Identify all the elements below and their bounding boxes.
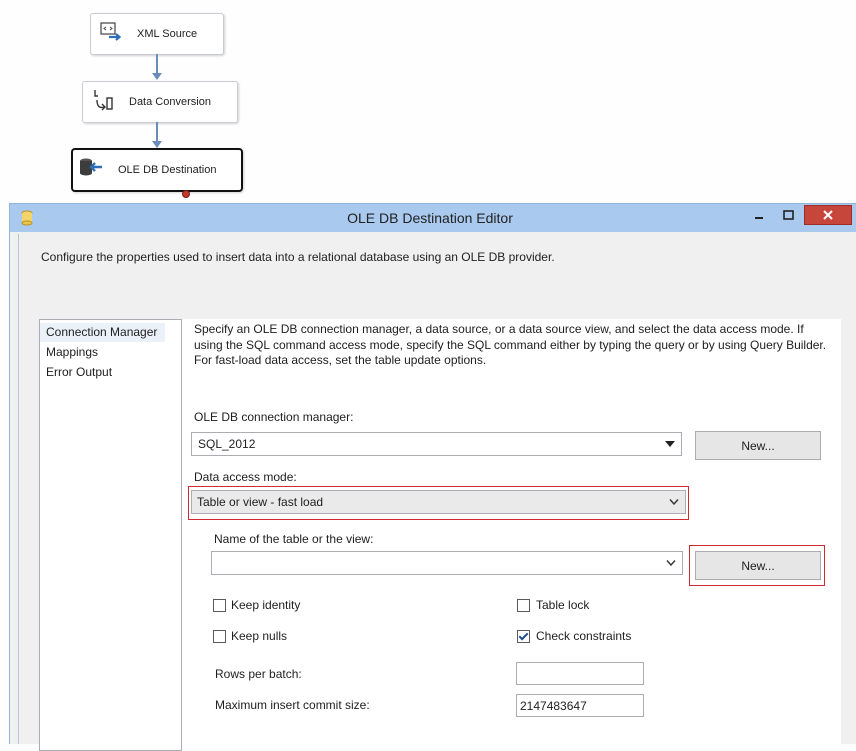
nav-item-mappings[interactable]: Mappings bbox=[40, 343, 165, 362]
panel-description: Specify an OLE DB connection manager, a … bbox=[194, 322, 827, 367]
dialog-title: OLE DB Destination Editor bbox=[347, 210, 513, 226]
maximize-button[interactable] bbox=[775, 205, 801, 224]
xml-source-node[interactable]: XML Source bbox=[90, 13, 224, 55]
check-constraints-checkbox[interactable] bbox=[517, 630, 530, 643]
table-name-label: Name of the table or the view: bbox=[214, 532, 374, 546]
connection-manager-select[interactable]: SQL_2012 bbox=[191, 432, 682, 456]
chevron-down-icon[interactable] bbox=[663, 491, 685, 513]
node-label: OLE DB Destination bbox=[118, 164, 217, 176]
flow-arrow-head bbox=[152, 73, 162, 80]
minimize-icon bbox=[755, 216, 763, 219]
new-connection-button[interactable]: New... bbox=[695, 431, 821, 460]
node-label: XML Source bbox=[137, 28, 198, 40]
rows-per-batch-input[interactable] bbox=[516, 662, 644, 685]
close-button[interactable] bbox=[804, 205, 852, 225]
data-conversion-icon bbox=[94, 90, 113, 111]
connection-manager-label: OLE DB connection manager: bbox=[194, 410, 354, 424]
flow-arrow bbox=[156, 54, 158, 74]
error-output-connector[interactable] bbox=[182, 190, 190, 198]
data-access-mode-value: Table or view - fast load bbox=[197, 495, 324, 509]
rows-per-batch-label: Rows per batch: bbox=[215, 667, 302, 681]
data-access-mode-select[interactable]: Table or view - fast load bbox=[191, 490, 686, 514]
close-icon bbox=[823, 210, 833, 220]
minimize-button[interactable] bbox=[746, 205, 772, 224]
table-lock-checkbox[interactable] bbox=[517, 599, 530, 612]
instruction-text: Configure the properties used to insert … bbox=[41, 250, 555, 264]
max-insert-commit-input[interactable]: 2147483647 bbox=[516, 694, 644, 717]
keep-identity-label: Keep identity bbox=[231, 598, 301, 612]
flow-arrow bbox=[156, 122, 158, 142]
navigation-list: Connection Manager Mappings Error Output bbox=[39, 319, 182, 751]
node-label: Data Conversion bbox=[129, 96, 211, 108]
ole-db-destination-node[interactable]: OLE DB Destination bbox=[71, 148, 243, 192]
keep-identity-checkbox[interactable] bbox=[213, 599, 226, 612]
max-insert-commit-label: Maximum insert commit size: bbox=[215, 698, 370, 712]
keep-nulls-label: Keep nulls bbox=[231, 629, 288, 643]
data-access-mode-label: Data access mode: bbox=[194, 470, 297, 484]
title-bar[interactable]: OLE DB Destination Editor bbox=[10, 204, 856, 232]
max-insert-commit-value: 2147483647 bbox=[520, 699, 587, 713]
table-lock-label: Table lock bbox=[536, 598, 590, 612]
ole-db-destination-editor-dialog: OLE DB Destination Editor Configure the … bbox=[9, 203, 856, 751]
nav-item-connection-manager[interactable]: Connection Manager bbox=[40, 323, 165, 342]
maximize-icon bbox=[782, 209, 794, 220]
new-table-button[interactable]: New... bbox=[695, 551, 821, 580]
chevron-down-icon[interactable] bbox=[660, 552, 682, 574]
xml-source-icon bbox=[100, 22, 122, 41]
flow-arrow-head bbox=[152, 141, 162, 148]
ole-db-destination-icon bbox=[80, 158, 102, 176]
dropdown-arrow-icon[interactable] bbox=[659, 433, 681, 455]
keep-nulls-checkbox[interactable] bbox=[213, 630, 226, 643]
connection-manager-value: SQL_2012 bbox=[198, 437, 256, 451]
nav-item-error-output[interactable]: Error Output bbox=[40, 363, 165, 382]
check-constraints-label: Check constraints bbox=[536, 629, 632, 643]
table-name-select[interactable] bbox=[211, 551, 683, 575]
data-conversion-node[interactable]: Data Conversion bbox=[82, 81, 238, 123]
